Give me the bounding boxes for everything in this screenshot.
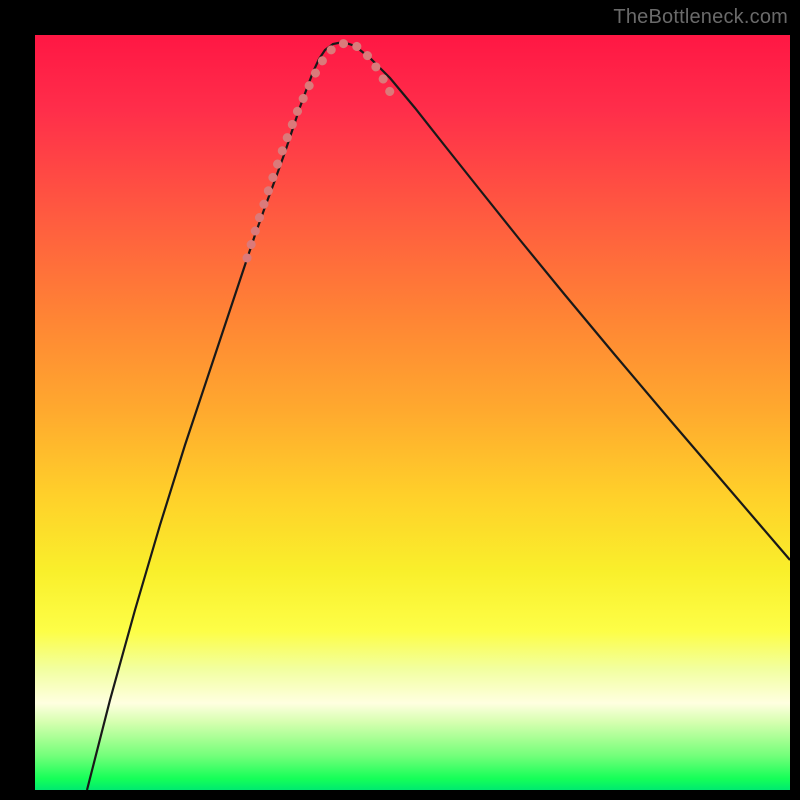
marker-dots [247, 43, 394, 258]
plot-area [35, 35, 790, 790]
watermark-label: TheBottleneck.com [613, 6, 788, 29]
bottleneck-curve [87, 42, 790, 790]
chart-frame: TheBottleneck.com [0, 0, 800, 800]
curve-svg [35, 35, 790, 790]
